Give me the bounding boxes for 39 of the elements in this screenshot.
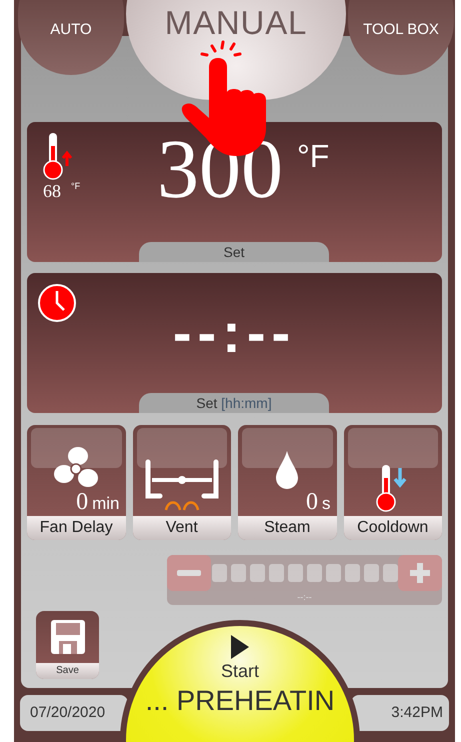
step-segment [306, 564, 322, 582]
option-value: 0 [76, 490, 88, 514]
option-label: Cooldown [344, 516, 442, 540]
current-temperature-unit: °F [71, 182, 80, 191]
stepper-reading: --:-- [297, 591, 312, 603]
time-display: 3:42PM [351, 695, 449, 731]
option-tile[interactable]: 0 s Steam [238, 425, 336, 540]
water-drop-icon [274, 450, 300, 490]
step-segment [250, 564, 264, 582]
step-segment [288, 564, 302, 582]
option-tile[interactable]: 0 min Fan Delay [27, 425, 126, 540]
option-tile[interactable]: Cooldown [344, 425, 442, 540]
step-segment [344, 564, 360, 582]
step-segment [364, 564, 378, 582]
step-segment [268, 564, 284, 582]
option-tile[interactable]: Vent [132, 425, 231, 540]
fan-icon [52, 446, 100, 490]
step-segment [326, 564, 340, 582]
step-segment [230, 564, 246, 582]
timer-display: --:-- [172, 305, 296, 361]
option-label: Steam [238, 516, 336, 540]
date-display: 07/20/2020 [20, 695, 128, 731]
clock-icon [37, 283, 77, 323]
step-segment [212, 564, 226, 582]
option-unit: s [322, 495, 330, 512]
current-temperature: 68 [43, 182, 61, 200]
status-text: ... PREHEATIN [145, 686, 335, 714]
set-time-label: Set [hh:mm] [139, 393, 329, 413]
plus-icon [408, 561, 432, 585]
set-temperature-unit: °F [297, 140, 330, 172]
option-label: Vent [132, 516, 231, 540]
option-label: Fan Delay [27, 516, 126, 540]
play-icon [230, 634, 250, 660]
step-segment [382, 564, 398, 582]
minus-icon [177, 570, 201, 576]
save-button[interactable]: Save [36, 611, 99, 679]
option-value: 0 [306, 490, 318, 514]
option-unit: min [92, 495, 120, 512]
set-label: Set [139, 242, 329, 262]
